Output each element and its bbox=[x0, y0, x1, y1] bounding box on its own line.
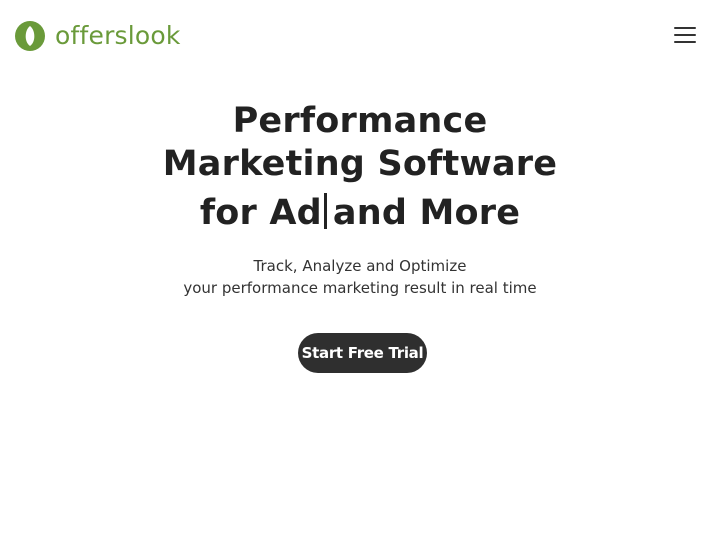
typing-caret bbox=[323, 193, 327, 229]
start-free-trial-button[interactable]: Start Free Trial bbox=[298, 333, 427, 373]
hero-title: Performance Marketing Software for Ad and… bbox=[0, 100, 720, 236]
hero-subtitle-line-1: Track, Analyze and Optimize bbox=[253, 257, 467, 275]
typing-word: for Ad bbox=[199, 193, 322, 233]
menu-bar bbox=[674, 34, 696, 36]
hero-title-line-3: for Ad and More bbox=[0, 190, 720, 236]
logo-text: offerslook bbox=[55, 20, 181, 50]
offerslook-logo[interactable]: offerslook bbox=[15, 20, 181, 52]
hero-subtitle: Track, Analyze and Optimize your perform… bbox=[0, 255, 720, 299]
hero-title-suffix: and More bbox=[332, 193, 521, 233]
hero-section: Performance Marketing Software for Ad and… bbox=[0, 100, 720, 299]
offerslook-logo-icon bbox=[15, 21, 45, 51]
hamburger-menu-icon[interactable] bbox=[674, 26, 696, 44]
hero-title-line-1: Performance bbox=[232, 101, 488, 141]
menu-bar bbox=[674, 27, 696, 29]
hero-subtitle-line-2: your performance marketing result in rea… bbox=[183, 279, 537, 297]
hero-title-line-2: Marketing Software bbox=[162, 144, 558, 184]
site-header: offerslook bbox=[0, 0, 720, 72]
menu-bar bbox=[674, 41, 696, 43]
